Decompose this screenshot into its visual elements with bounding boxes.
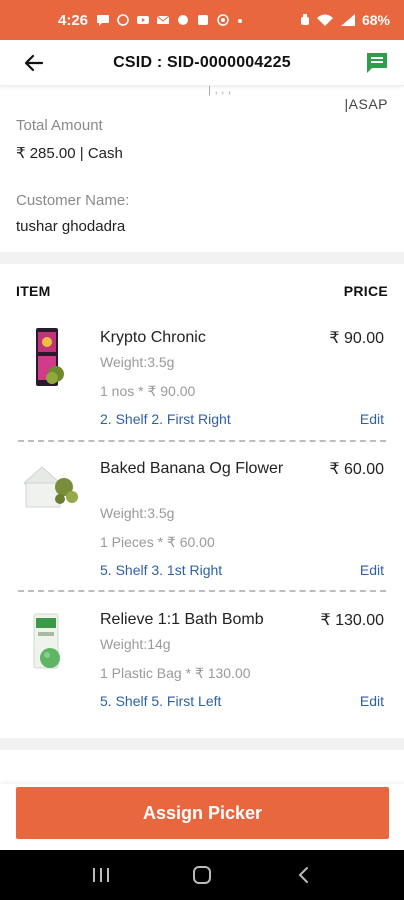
item-quantity: 1 Plastic Bag * ₹ 130.00 — [100, 665, 251, 681]
status-bar: 4:26 68% — [0, 0, 404, 40]
battery-percent: 68% — [361, 12, 390, 28]
item-weight: Weight:14g — [100, 636, 171, 652]
item-divider — [18, 590, 386, 592]
status-time: 4:26 — [58, 11, 89, 29]
app-icon-3 — [217, 14, 229, 26]
item-name: Relieve 1:1 Bath Bomb — [100, 611, 264, 628]
item-price: ₹ 60.00 — [329, 461, 384, 478]
total-amount-label: Total Amount — [16, 117, 103, 134]
notification-icons — [96, 14, 244, 26]
edit-link[interactable]: Edit — [360, 411, 384, 427]
message-icon — [97, 15, 110, 26]
item-quantity: 1 nos * ₹ 90.00 — [100, 383, 196, 399]
product-image — [33, 613, 60, 669]
item-quantity: 1 Pieces * ₹ 60.00 — [100, 534, 215, 550]
partial-address: | , , , — [208, 86, 232, 96]
signal-icon — [340, 14, 355, 26]
recents-icon — [92, 868, 109, 882]
home-icon — [192, 866, 211, 884]
app-icon — [178, 15, 189, 25]
item-shelf-location: 5. Shelf 5. First Left — [100, 693, 222, 709]
assign-picker-button[interactable]: Assign Picker — [16, 787, 389, 839]
price-column-header: PRICE — [343, 283, 388, 299]
home-button[interactable] — [187, 860, 217, 890]
section-divider — [0, 252, 404, 264]
item-weight: Weight:3.5g — [100, 354, 175, 370]
customer-name-label: Customer Name: — [16, 192, 130, 209]
item-price: ₹ 90.00 — [329, 330, 384, 347]
item-shelf-location: 2. Shelf 2. First Right — [100, 411, 231, 427]
edit-link[interactable]: Edit — [360, 562, 384, 578]
whatsapp-icon — [117, 14, 129, 26]
back-nav-icon — [298, 867, 309, 883]
customer-name-value: tushar ghodadra — [16, 218, 126, 235]
item-price: ₹ 130.00 — [320, 612, 384, 629]
recents-button[interactable] — [86, 860, 116, 890]
chat-icon[interactable] — [364, 50, 390, 76]
section-divider — [0, 738, 404, 750]
app-bar: CSID : SID-0000004225 — [0, 40, 404, 86]
item-name: Baked Banana Og Flower — [100, 460, 284, 477]
edit-link[interactable]: Edit — [360, 693, 384, 709]
order-details[interactable]: | , , , |ASAP Total Amount ₹ 285.00 | Ca… — [0, 86, 404, 784]
gmail-icon — [156, 15, 170, 24]
item-shelf-location: 5. Shelf 3. 1st Right — [100, 562, 223, 578]
app-icon-2 — [198, 15, 209, 25]
item-divider — [18, 440, 386, 442]
page-title: CSID : SID-0000004225 — [113, 53, 291, 71]
item-column-header: ITEM — [16, 283, 51, 299]
dot-icon — [238, 19, 243, 23]
items-table-header: ITEM PRICE — [16, 283, 388, 299]
footer: Assign Picker — [0, 784, 404, 850]
item-name: Krypto Chronic — [100, 329, 206, 346]
youtube-icon — [137, 16, 150, 24]
total-amount-value: ₹ 285.00 | Cash — [16, 145, 123, 162]
back-nav-button[interactable] — [288, 860, 318, 890]
delivery-asap: |ASAP — [344, 96, 388, 112]
item-weight: Weight:3.5g — [100, 505, 175, 521]
system-nav-bar — [0, 850, 404, 900]
system-icons: 68% — [299, 12, 390, 28]
wifi-icon — [316, 14, 333, 26]
alarm-icon — [300, 14, 309, 25]
product-image — [36, 328, 64, 386]
product-image — [23, 466, 78, 508]
